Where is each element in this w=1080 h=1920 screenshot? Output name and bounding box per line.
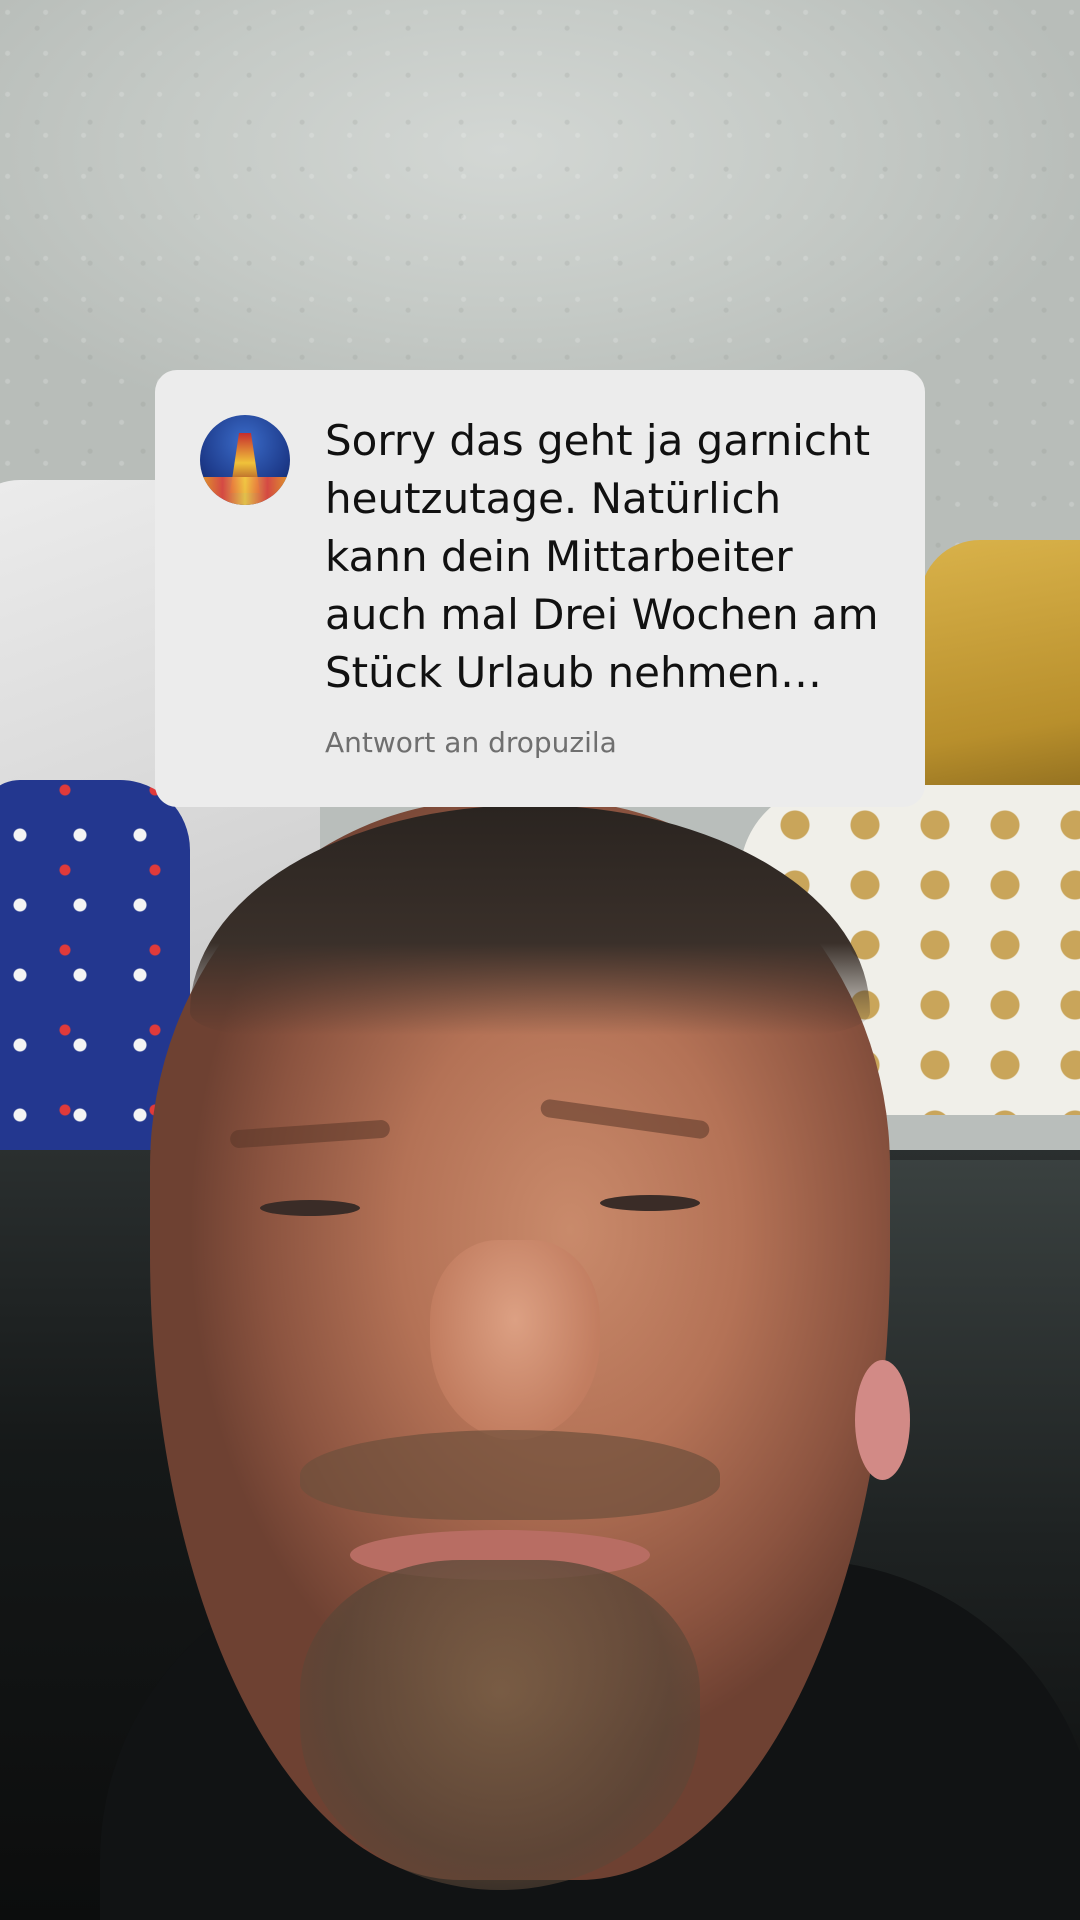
avatar-lights-graphic (200, 477, 290, 505)
ear (855, 1360, 910, 1480)
comment-text: Sorry das geht ja garnicht heutzutage. N… (325, 416, 879, 697)
yellow-blanket (920, 540, 1080, 800)
right-eye (600, 1195, 700, 1211)
mustache (300, 1430, 720, 1520)
reply-to-label[interactable]: Antwort an dropuzila (325, 725, 617, 761)
comment-reply-sticker[interactable]: Sorry das geht ja garnicht heutzutage. N… (155, 370, 925, 807)
beard (300, 1560, 700, 1890)
user-avatar-icon[interactable] (200, 415, 290, 505)
video-screen[interactable]: Sorry das geht ja garnicht heutzutage. N… (0, 0, 1080, 1920)
nose (430, 1240, 600, 1440)
left-eye (260, 1200, 360, 1216)
